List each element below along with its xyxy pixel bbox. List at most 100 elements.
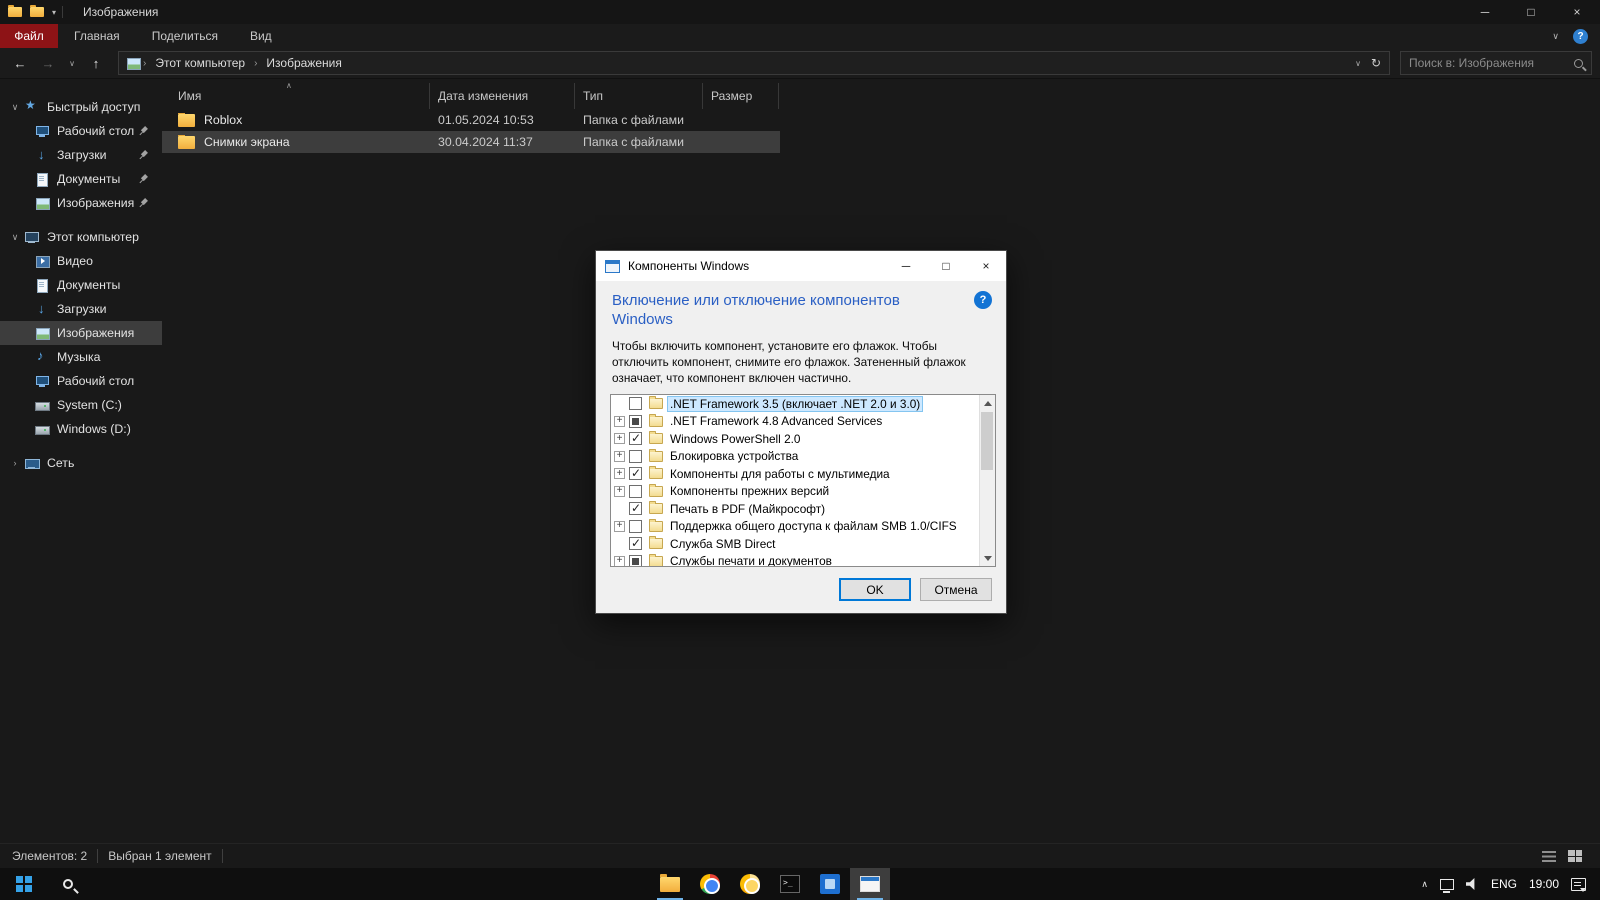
sidebar-item-pictures[interactable]: Изображения xyxy=(0,321,162,345)
sidebar-item-downloads-pinned[interactable]: Загрузки xyxy=(0,143,162,167)
column-header-date[interactable]: Дата изменения xyxy=(430,83,575,109)
tree-item-media-features[interactable]: + Компоненты для работы с мультимедиа xyxy=(611,465,995,483)
taskbar-search-button[interactable] xyxy=(48,868,88,900)
taskbar-chrome-canary-icon[interactable] xyxy=(730,868,770,900)
details-view-button[interactable] xyxy=(1542,850,1556,862)
tree-item-label[interactable]: .NET Framework 3.5 (включает .NET 2.0 и … xyxy=(666,395,924,412)
expander-icon[interactable]: + xyxy=(614,450,625,462)
sidebar-item-drive-c[interactable]: System (C:) xyxy=(0,393,162,417)
expand-ribbon-icon[interactable]: ∨ xyxy=(1552,31,1559,42)
expander-icon[interactable]: + xyxy=(614,415,625,427)
sidebar-group-quick-access[interactable]: ∨ Быстрый доступ xyxy=(0,95,162,119)
tree-item-label[interactable]: Компоненты прежних версий xyxy=(668,484,831,498)
expander-icon[interactable]: + xyxy=(614,485,625,497)
tree-item-device-lockdown[interactable]: + Блокировка устройства xyxy=(611,448,995,466)
scroll-down-icon[interactable] xyxy=(980,550,995,566)
thumbnail-view-button[interactable] xyxy=(1568,850,1582,862)
tree-item-label[interactable]: Поддержка общего доступа к файлам SMB 1.… xyxy=(668,519,959,533)
tree-item-label[interactable]: .NET Framework 4.8 Advanced Services xyxy=(668,414,884,428)
breadcrumb-pictures[interactable]: Изображения xyxy=(259,56,348,70)
checkbox[interactable] xyxy=(629,431,642,446)
start-button[interactable] xyxy=(0,868,48,900)
expander-icon[interactable]: + xyxy=(614,520,625,532)
breadcrumb-chevron-icon[interactable]: › xyxy=(252,58,259,69)
taskbar-blue-app-icon[interactable] xyxy=(810,868,850,900)
checkbox[interactable] xyxy=(629,466,642,481)
hidden-icons-icon[interactable]: ∧ xyxy=(1421,879,1428,890)
cancel-button[interactable]: Отмена xyxy=(920,578,992,601)
tree-item-smb-direct[interactable]: +Служба SMB Direct xyxy=(611,535,995,553)
expand-icon[interactable]: ∨ xyxy=(6,232,24,243)
tree-item-net-framework-48[interactable]: + .NET Framework 4.8 Advanced Services xyxy=(611,413,995,431)
explorer-help-icon[interactable]: ? xyxy=(1573,28,1588,44)
sidebar-item-videos[interactable]: Видео xyxy=(0,249,162,273)
checkbox[interactable] xyxy=(629,449,642,463)
maximize-button[interactable]: □ xyxy=(1508,0,1554,24)
scroll-thumb[interactable] xyxy=(981,412,993,470)
sidebar-item-drive-d[interactable]: Windows (D:) xyxy=(0,417,162,441)
sidebar-item-desktop[interactable]: Рабочий стол xyxy=(0,369,162,393)
checkbox[interactable] xyxy=(629,414,642,428)
sidebar-group-this-pc[interactable]: ∨ Этот компьютер xyxy=(0,225,162,249)
tree-item-label[interactable]: Печать в PDF (Майкрософт) xyxy=(668,502,827,516)
back-button[interactable]: ← xyxy=(8,52,32,74)
tree-item-print-document-services[interactable]: + Службы печати и документов xyxy=(611,553,995,566)
tab-home[interactable]: Главная xyxy=(58,24,136,48)
dialog-maximize-button[interactable]: □ xyxy=(926,251,966,281)
tree-item-label[interactable]: Службы печати и документов xyxy=(668,554,834,566)
checkbox[interactable] xyxy=(629,484,642,498)
dialog-minimize-button[interactable]: ─ xyxy=(886,251,926,281)
sidebar-group-network[interactable]: › Сеть xyxy=(0,451,162,475)
breadcrumb-chevron-icon[interactable]: › xyxy=(141,58,148,69)
tree-item-label[interactable]: Блокировка устройства xyxy=(668,449,800,463)
action-center-icon[interactable] xyxy=(1571,877,1586,892)
dialog-help-icon[interactable]: ? xyxy=(974,291,992,309)
up-button[interactable]: ↑ xyxy=(84,52,108,74)
taskbar-explorer-icon[interactable] xyxy=(650,868,690,900)
tree-item-net-framework-35[interactable]: +.NET Framework 3.5 (включает .NET 2.0 и… xyxy=(611,395,995,413)
network-tray-icon[interactable] xyxy=(1439,878,1454,893)
tab-share[interactable]: Поделиться xyxy=(136,24,234,48)
tree-item-label[interactable]: Служба SMB Direct xyxy=(668,537,777,551)
clock[interactable]: 19:00 xyxy=(1529,877,1559,891)
checkbox[interactable] xyxy=(629,501,642,516)
ok-button[interactable]: OK xyxy=(839,578,911,601)
tree-item-label[interactable]: Компоненты для работы с мультимедиа xyxy=(668,467,892,481)
file-row-screenshots[interactable]: Снимки экрана 30.04.2024 11:37 Папка с ф… xyxy=(162,131,780,153)
tree-item-legacy-components[interactable]: + Компоненты прежних версий xyxy=(611,483,995,501)
refresh-icon[interactable]: ↻ xyxy=(1371,56,1381,70)
tree-item-label[interactable]: Windows PowerShell 2.0 xyxy=(668,432,802,446)
scroll-up-icon[interactable] xyxy=(980,395,995,411)
tree-item-powershell-20[interactable]: + Windows PowerShell 2.0 xyxy=(611,430,995,448)
tree-scrollbar[interactable] xyxy=(979,395,995,566)
checkbox[interactable] xyxy=(629,554,642,566)
column-header-name[interactable]: Имя ∧ xyxy=(162,81,430,109)
quick-access-toolbar-dropdown-icon[interactable]: ▾ xyxy=(52,8,56,17)
sidebar-item-documents[interactable]: Документы xyxy=(0,273,162,297)
address-bar[interactable]: › Этот компьютер › Изображения ∨ ↻ xyxy=(118,51,1390,75)
column-header-size[interactable]: Размер xyxy=(703,83,779,109)
taskbar-windows-features-icon[interactable] xyxy=(850,868,890,900)
expander-icon[interactable]: + xyxy=(614,468,625,480)
taskbar-terminal-icon[interactable] xyxy=(770,868,810,900)
address-history-dropdown-icon[interactable]: ∨ xyxy=(1355,59,1361,68)
file-row-roblox[interactable]: Roblox 01.05.2024 10:53 Папка с файлами xyxy=(162,109,780,131)
sidebar-item-pictures-pinned[interactable]: Изображения xyxy=(0,191,162,215)
expander-icon[interactable]: + xyxy=(614,555,625,566)
search-input[interactable] xyxy=(1409,56,1574,70)
dialog-close-button[interactable]: × xyxy=(966,251,1006,281)
tab-view[interactable]: Вид xyxy=(234,24,288,48)
sidebar-item-music[interactable]: Музыка xyxy=(0,345,162,369)
checkbox[interactable] xyxy=(629,397,642,411)
column-header-type[interactable]: Тип xyxy=(575,83,703,109)
taskbar-chrome-icon[interactable] xyxy=(690,868,730,900)
close-button[interactable]: × xyxy=(1554,0,1600,24)
quick-access-toolbar-folder-icon[interactable] xyxy=(30,5,44,17)
forward-button[interactable]: → xyxy=(36,52,60,74)
checkbox[interactable] xyxy=(629,536,642,551)
minimize-button[interactable]: ─ xyxy=(1462,0,1508,24)
tree-item-print-to-pdf[interactable]: +Печать в PDF (Майкрософт) xyxy=(611,500,995,518)
sidebar-item-desktop-pinned[interactable]: Рабочий стол xyxy=(0,119,162,143)
search-icon[interactable] xyxy=(1574,58,1583,68)
expander-icon[interactable]: + xyxy=(614,433,625,445)
